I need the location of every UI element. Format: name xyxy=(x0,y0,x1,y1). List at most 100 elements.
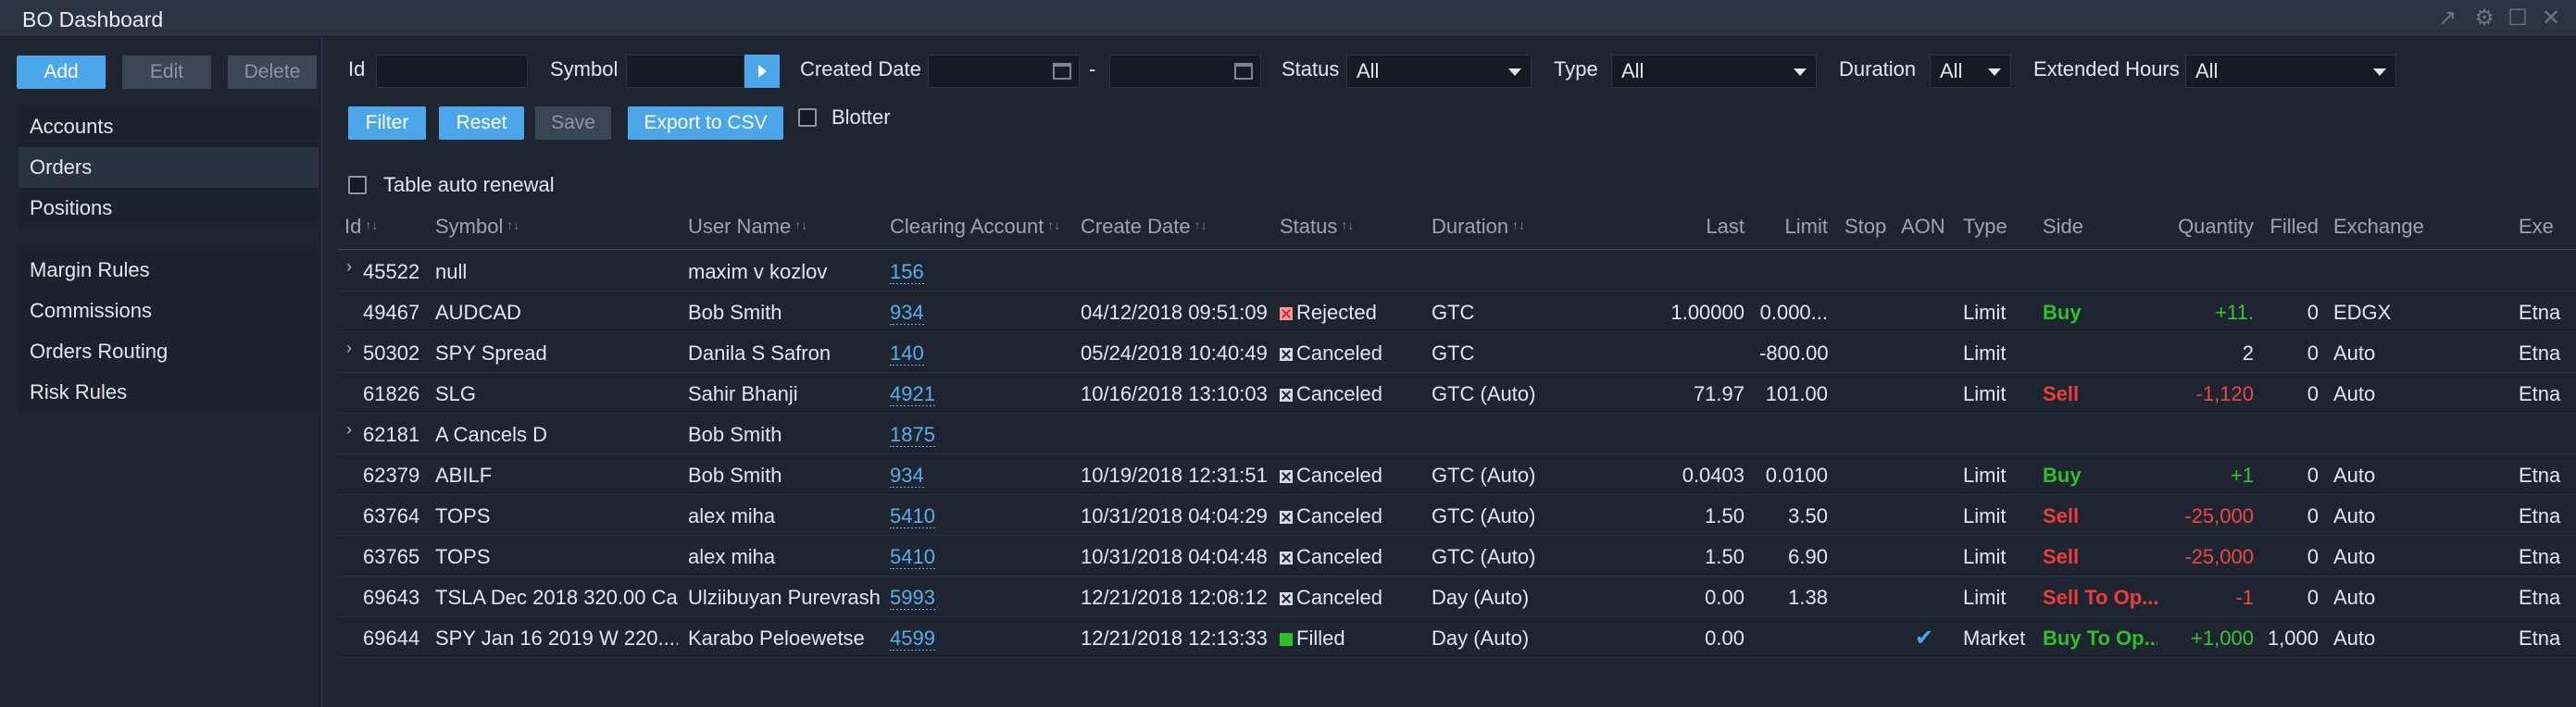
table-row[interactable]: › 62181 A Cancels D Bob Smith 1875 xyxy=(337,414,2576,454)
table-row[interactable]: › 45522 null maxim v kozlov 156 xyxy=(337,251,2576,291)
gear-icon[interactable]: ⚙ xyxy=(2472,6,2496,31)
reset-button[interactable]: Reset xyxy=(439,106,524,140)
cell-clearing[interactable]: 140 xyxy=(890,341,945,366)
cell-filled: 0 xyxy=(2263,382,2319,406)
cell-last-text: 0.0403 xyxy=(1682,464,1744,487)
cell-clearing-text[interactable]: 934 xyxy=(890,301,924,325)
col-header-status[interactable]: Status ↑↓ xyxy=(1280,215,1354,239)
cell-status-text: Canceled xyxy=(1296,586,1382,609)
cell-exec: Etna xyxy=(2519,586,2576,610)
cell-clearing-text[interactable]: 156 xyxy=(890,260,924,284)
col-header-duration[interactable]: Duration ↑↓ xyxy=(1432,215,1525,239)
sidebar-item-positions[interactable]: Positions xyxy=(19,188,319,229)
date-to-input[interactable] xyxy=(1109,55,1261,88)
table-row[interactable]: 63765 TOPS alex miha 5410 10/31/2018 04:04:4… xyxy=(337,536,2576,577)
blotter-checkbox[interactable] xyxy=(798,108,817,127)
cell-clearing[interactable]: 934 xyxy=(890,464,945,488)
cell-clearing-text[interactable]: 5410 xyxy=(890,545,935,569)
col-header-aon[interactable]: AON xyxy=(1901,215,1945,239)
cell-exchange-text: Auto xyxy=(2333,464,2376,487)
table-row[interactable]: 49467 AUDCAD Bob Smith 934 04/12/2018 09:51:… xyxy=(337,291,2576,332)
cell-quantity: 2 xyxy=(2157,341,2254,366)
cell-clearing-text[interactable]: 1875 xyxy=(890,423,935,447)
sidebar-item-orders[interactable]: Orders xyxy=(19,147,319,188)
sidebar-item-accounts[interactable]: Accounts xyxy=(19,106,319,147)
col-header-exchange[interactable]: Exchange xyxy=(2333,215,2424,239)
cell-user: alex miha xyxy=(688,504,884,528)
extended-hours-select[interactable]: All xyxy=(2185,55,2396,88)
status-select[interactable]: All xyxy=(1346,55,1532,88)
cell-id-text: 63764 xyxy=(363,504,420,527)
cell-clearing-text[interactable]: 5410 xyxy=(890,504,935,528)
type-select[interactable]: All xyxy=(1611,55,1817,88)
sidebar-item-risk-rules[interactable]: Risk Rules xyxy=(19,372,319,413)
id-input[interactable] xyxy=(376,55,528,88)
col-header-stop[interactable]: Stop xyxy=(1844,215,1886,239)
calendar-icon[interactable] xyxy=(1053,63,1071,80)
table-row[interactable]: 62379 ABILF Bob Smith 934 10/19/2018 12:31:5… xyxy=(337,454,2576,495)
date-from-input[interactable] xyxy=(928,55,1080,88)
cell-last-text: 71.97 xyxy=(1693,382,1744,405)
sort-icon: ↑↓ xyxy=(1512,217,1526,232)
filter-button[interactable]: Filter xyxy=(348,106,426,140)
cell-last: 1.50 xyxy=(1667,545,1744,569)
cell-side: Buy xyxy=(2043,301,2157,325)
col-header-id[interactable]: Id ↑↓ xyxy=(344,215,378,239)
add-button[interactable]: Add xyxy=(17,56,106,89)
col-header-clearing[interactable]: Clearing Account ↑↓ xyxy=(890,215,1060,239)
close-icon[interactable]: ✕ xyxy=(2539,6,2563,31)
col-header-limit[interactable]: Limit xyxy=(1759,215,1828,239)
symbol-input[interactable] xyxy=(626,55,744,88)
col-header-type[interactable]: Type xyxy=(1963,215,2007,239)
sidebar-item-orders-routing[interactable]: Orders Routing xyxy=(19,331,319,372)
cell-create-date: 10/19/2018 12:31:51 xyxy=(1081,464,1275,488)
cell-clearing[interactable]: 1875 xyxy=(890,423,945,447)
expand-chevron-icon[interactable]: › xyxy=(346,339,352,358)
cell-clearing[interactable]: 934 xyxy=(890,301,945,325)
cell-symbol: TSLA Dec 2018 320.00 Call xyxy=(435,586,678,610)
col-header-user[interactable]: User Name ↑↓ xyxy=(688,215,807,239)
canceled-icon xyxy=(1280,348,1293,361)
cell-clearing-text[interactable]: 140 xyxy=(890,341,924,366)
col-header-symbol[interactable]: Symbol ↑↓ xyxy=(435,215,519,239)
cell-user: Bob Smith xyxy=(688,423,884,447)
col-header-side[interactable]: Side xyxy=(2043,215,2083,239)
popout-icon[interactable]: ↗ xyxy=(2435,6,2459,31)
expand-chevron-icon[interactable]: › xyxy=(346,420,352,440)
auto-renewal-checkbox[interactable] xyxy=(348,176,367,194)
cell-clearing-text[interactable]: 5993 xyxy=(890,586,935,610)
sort-icon: ↑↓ xyxy=(506,217,520,232)
sidebar-item-margin-rules[interactable]: Margin Rules xyxy=(19,250,319,291)
cell-clearing[interactable]: 5410 xyxy=(890,504,945,528)
maximize-icon[interactable]: ☐ xyxy=(2506,6,2530,31)
export-csv-button[interactable]: Export to CSV xyxy=(628,106,783,140)
calendar-icon[interactable] xyxy=(1234,63,1253,80)
cell-clearing[interactable]: 156 xyxy=(890,260,945,284)
col-header-last[interactable]: Last xyxy=(1667,215,1744,239)
duration-select[interactable]: All xyxy=(1930,55,2011,88)
col-header-exec[interactable]: Exe xyxy=(2519,215,2554,239)
cell-clearing-text[interactable]: 4599 xyxy=(890,626,935,651)
table-row[interactable]: 61826 SLG Sahir Bhanji 4921 10/16/2018 13:10… xyxy=(337,373,2576,414)
sidebar-item-commissions[interactable]: Commissions xyxy=(19,291,319,331)
cell-clearing[interactable]: 5993 xyxy=(890,586,945,610)
col-header-create-date[interactable]: Create Date ↑↓ xyxy=(1081,215,1207,239)
delete-button[interactable]: Delete xyxy=(228,56,317,89)
symbol-lookup-button[interactable] xyxy=(744,55,780,88)
cell-clearing[interactable]: 4599 xyxy=(890,626,945,651)
table-row[interactable]: 69643 TSLA Dec 2018 320.00 Call Ulziibuyan… xyxy=(337,577,2576,617)
table-row[interactable]: › 50302 SPY Spread Danila S Safron 140 05/24/… xyxy=(337,332,2576,373)
save-button[interactable]: Save xyxy=(535,106,611,140)
cell-duration: Day (Auto) xyxy=(1432,626,1617,651)
col-header-filled[interactable]: Filled xyxy=(2263,215,2319,239)
col-header-quantity[interactable]: Quantity xyxy=(2157,215,2254,239)
cell-clearing-text[interactable]: 4921 xyxy=(890,382,935,406)
table-row[interactable]: 63764 TOPS alex miha 5410 10/31/2018 04:04:2… xyxy=(337,495,2576,536)
cell-create-date-text: 10/16/2018 13:10:03 xyxy=(1081,382,1268,405)
edit-button[interactable]: Edit xyxy=(122,56,211,89)
cell-clearing-text[interactable]: 934 xyxy=(890,464,924,488)
table-row[interactable]: 69644 SPY Jan 16 2019 W 220.... Karabo Pel… xyxy=(337,617,2576,658)
cell-clearing[interactable]: 5410 xyxy=(890,545,945,569)
cell-clearing[interactable]: 4921 xyxy=(890,382,945,406)
expand-chevron-icon[interactable]: › xyxy=(346,257,352,277)
